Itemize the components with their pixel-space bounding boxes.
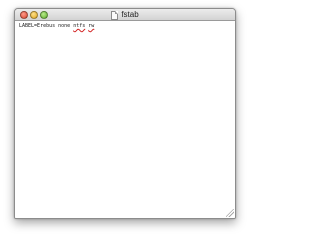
line-text: LABEL=Erebus none: [19, 23, 74, 29]
resize-grip[interactable]: [226, 209, 234, 217]
editor-line[interactable]: LABEL=Erebus none ntfs rw: [19, 23, 231, 30]
misspelled-word: rw: [88, 23, 95, 29]
misspelled-word: ntfs: [73, 23, 86, 29]
editor-text-area[interactable]: LABEL=Erebus none ntfs rw: [15, 22, 235, 218]
title-bar[interactable]: fstab: [15, 9, 235, 21]
window-title-group: fstab: [15, 9, 235, 21]
text-editor-window: fstab LABEL=Erebus none ntfs rw: [14, 8, 236, 219]
document-icon: [111, 10, 119, 20]
window-title: fstab: [121, 10, 139, 19]
